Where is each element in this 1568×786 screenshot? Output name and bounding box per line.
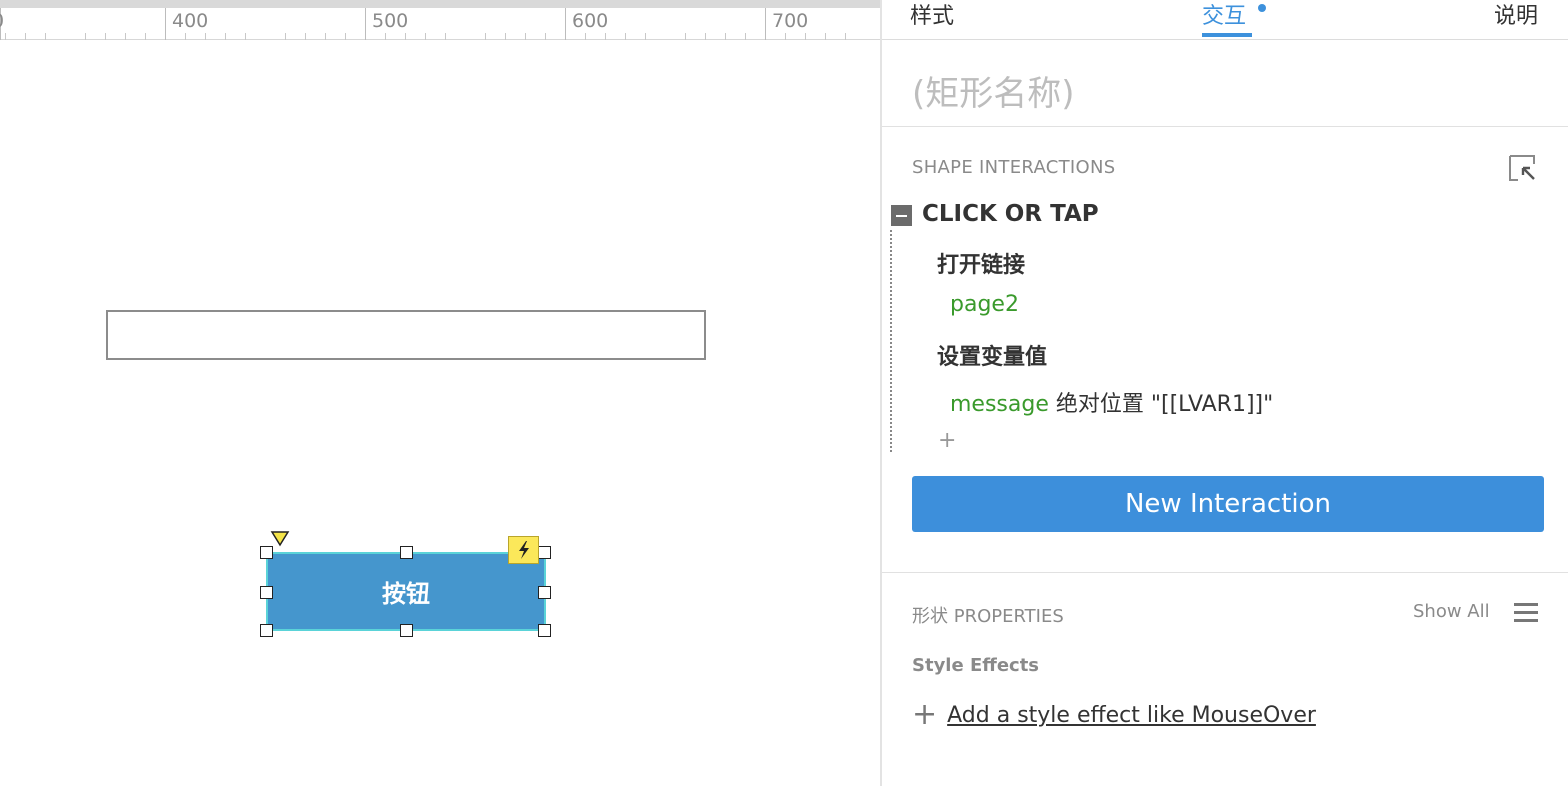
variable-name: message (950, 392, 1049, 417)
properties-section-title: 形状 PROPERTIES (912, 606, 1064, 627)
new-interaction-button[interactable]: New Interaction (912, 476, 1544, 532)
resize-handle-right[interactable] (538, 586, 551, 599)
event-tree-line (890, 230, 892, 452)
ruler-label-700: 700 (772, 10, 809, 32)
style-effects-title: Style Effects (912, 655, 1040, 676)
resize-handle-bottom-left[interactable] (260, 624, 273, 637)
interactions-section-title: SHAPE INTERACTIONS (912, 157, 1116, 178)
design-canvas[interactable]: 0 400 500 600 700 按钮 (0, 0, 880, 786)
lightning-icon (518, 541, 529, 559)
rotation-handle-icon[interactable] (270, 530, 290, 548)
ruler-label-0: 0 (0, 10, 4, 32)
resize-handle-top[interactable] (400, 546, 413, 559)
text-field-widget[interactable] (106, 310, 706, 360)
collapse-event-button[interactable] (891, 205, 912, 226)
modified-dot-icon (1258, 4, 1266, 12)
plus-icon: + (912, 697, 938, 732)
add-style-effect-link[interactable]: Add a style effect like MouseOver (947, 703, 1316, 728)
expand-interactions-icon[interactable] (1508, 154, 1538, 182)
resize-handle-bottom-right[interactable] (538, 624, 551, 637)
ruler-label-400: 400 (172, 10, 209, 32)
ruler-ticks (0, 8, 846, 40)
action-open-link-title[interactable]: 打开链接 (937, 247, 1025, 279)
variable-value: 绝对位置 "[[LVAR1]]" (1048, 392, 1274, 417)
tab-notes[interactable]: 说明 (1494, 0, 1538, 30)
inspector-tabs: 样式 交互 说明 (882, 0, 1568, 40)
button-widget[interactable]: 按钮 (266, 552, 546, 631)
add-style-effect[interactable]: + Add a style effect like MouseOver (912, 700, 1316, 730)
hamburger-menu-icon[interactable] (1514, 603, 1538, 623)
ruler-label-500: 500 (372, 10, 409, 32)
resize-handle-bottom[interactable] (400, 624, 413, 637)
add-action-button[interactable]: + (938, 428, 956, 453)
app-root: 0 400 500 600 700 按钮 样式 (0, 0, 1568, 786)
show-all-link[interactable]: Show All (1413, 601, 1490, 622)
tab-interactions[interactable]: 交互 (1202, 0, 1246, 30)
inspector-panel: 样式 交互 说明 (矩形名称) SHAPE INTERACTIONS CLICK… (882, 0, 1568, 786)
horizontal-ruler: 0 400 500 600 700 (0, 0, 880, 40)
action-open-link-target[interactable]: page2 (950, 292, 1019, 317)
action-set-variable-detail[interactable]: message 绝对位置 "[[LVAR1]]" (950, 386, 1273, 418)
button-widget-label: 按钮 (382, 580, 430, 608)
resize-handle-left[interactable] (260, 586, 273, 599)
minus-icon (896, 214, 907, 217)
resize-handle-top-left[interactable] (260, 546, 273, 559)
ruler-label-600: 600 (572, 10, 609, 32)
shape-name-input[interactable]: (矩形名称) (912, 66, 1075, 115)
section-divider (882, 126, 1568, 127)
active-tab-indicator (1202, 33, 1252, 37)
tab-style[interactable]: 样式 (910, 0, 954, 30)
interaction-badge[interactable] (508, 536, 539, 564)
action-set-variable-title[interactable]: 设置变量值 (937, 339, 1047, 371)
resize-handle-top-right[interactable] (538, 546, 551, 559)
event-click-or-tap[interactable]: CLICK OR TAP (922, 201, 1099, 227)
section-divider (882, 572, 1568, 573)
